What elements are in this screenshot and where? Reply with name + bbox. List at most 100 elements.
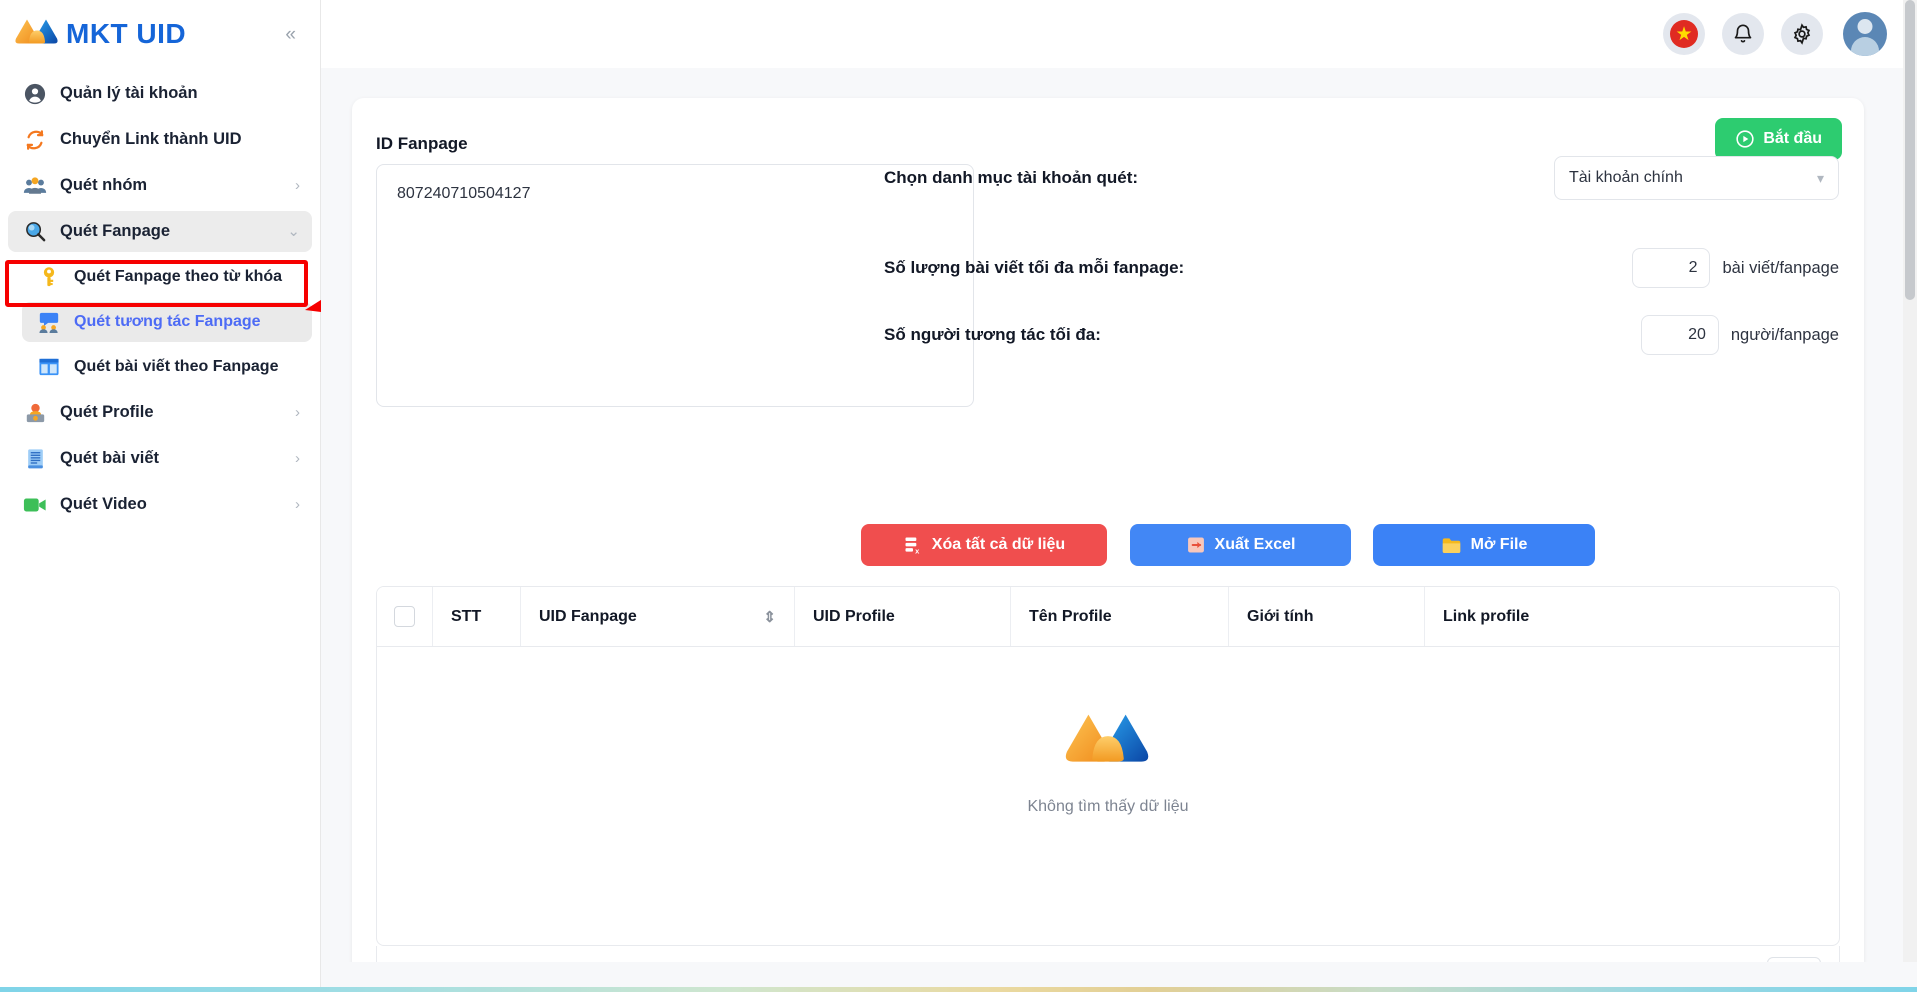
column-label: STT [451, 607, 482, 625]
page-title: ID Fanpage [376, 134, 468, 153]
column-label: Link profile [1443, 607, 1530, 625]
sidebar-item-label: Quét bài viết [60, 449, 160, 467]
document-icon [22, 448, 48, 470]
mkt-logo-icon [15, 19, 58, 44]
sidebar-item-label: Quét Fanpage [60, 222, 171, 240]
chevron-right-icon: › [295, 496, 300, 513]
field-row-max-posts: Số lượng bài viết tối đa mỗi fanpage: bà… [884, 246, 1839, 290]
sidebar-item-quet-video[interactable]: Quét Video › [8, 484, 312, 525]
magnifier-icon [22, 220, 48, 243]
top-header: ★ [321, 0, 1917, 68]
sidebar-item-quet-bai-viet[interactable]: Quét bài viết › [8, 438, 312, 479]
sidebar-item-quet-nhom[interactable]: Quét nhóm › [8, 165, 312, 206]
chevron-down-icon: ▾ [1816, 169, 1824, 186]
sort-icon[interactable]: ⇕ [763, 608, 776, 626]
play-circle-icon [1736, 130, 1754, 148]
results-table: STT UID Fanpage ⇕ UID Profile Tên Profil… [376, 586, 1840, 946]
select-all-checkbox[interactable] [394, 606, 415, 627]
chevron-right-icon: › [295, 404, 300, 421]
mkt-logo-icon [1065, 714, 1149, 762]
open-file-button[interactable]: Mở File [1373, 524, 1595, 566]
max-people-unit: người/fanpage [1730, 325, 1839, 344]
open-file-label: Mở File [1470, 536, 1528, 553]
select-all-cell[interactable] [377, 587, 433, 646]
sidebar-item-quet-tuong-tac-fanpage[interactable]: Quét tương tác Fanpage [22, 302, 312, 342]
sidebar-collapse-icon[interactable]: « [285, 25, 296, 44]
sidebar-item-quet-fanpage-theo-tu-khoa[interactable]: Quét Fanpage theo từ khóa [22, 257, 312, 297]
account-category-select[interactable]: Tài khoản chính ▾ [1554, 156, 1839, 200]
max-posts-input[interactable] [1632, 248, 1711, 288]
account-category-value: Tài khoản chính [1569, 169, 1683, 186]
bottom-strip [321, 962, 1917, 987]
delete-data-icon: x [905, 537, 920, 555]
column-label: Tên Profile [1029, 607, 1112, 625]
svg-text:x: x [915, 547, 920, 555]
export-excel-icon [1187, 537, 1204, 553]
brand-name: MKT UID [66, 18, 187, 49]
delete-all-data-button[interactable]: x Xóa tất cả dữ liệu [861, 524, 1107, 566]
sidebar-item-label: Chuyển Link thành UID [60, 130, 242, 148]
sidebar: MKT UID « Quản lý tài khoản Chuyển Link … [0, 0, 321, 962]
column-link-profile: Link profile [1425, 587, 1839, 646]
column-uid-fanpage[interactable]: UID Fanpage ⇕ [521, 587, 795, 646]
column-stt: STT [433, 587, 521, 646]
chevron-down-icon: ⌄ [287, 223, 300, 240]
gear-icon [1793, 23, 1811, 45]
notifications-button[interactable] [1722, 13, 1764, 55]
chevron-right-icon: › [295, 450, 300, 467]
key-icon [36, 266, 62, 288]
column-label: UID Profile [813, 607, 895, 625]
layout-icon [36, 357, 62, 377]
table-header-row: STT UID Fanpage ⇕ UID Profile Tên Profil… [377, 587, 1839, 647]
empty-state-text: Không tìm thấy dữ liệu [1027, 798, 1189, 815]
interaction-icon [36, 311, 62, 333]
table-footer: Không tìm thấy dữ liệu 10 [376, 946, 1840, 962]
field-row-max-people: Số người tương tác tối đa: người/fanpage [884, 313, 1839, 357]
sidebar-item-label: Quét bài viết theo Fanpage [74, 358, 279, 375]
bottom-gradient-bar [0, 987, 1917, 992]
sidebar-item-chuyen-link-thanh-uid[interactable]: Chuyển Link thành UID [8, 119, 312, 160]
column-gioi-tinh: Giới tính [1229, 587, 1425, 646]
settings-button[interactable] [1781, 13, 1823, 55]
column-label: UID Fanpage [539, 607, 637, 625]
group-icon [22, 175, 48, 197]
language-button[interactable]: ★ [1663, 13, 1705, 55]
folder-icon [1442, 537, 1460, 553]
brand-row: MKT UID « [0, 0, 320, 68]
sidebar-item-label: Quản lý tài khoản [60, 84, 198, 102]
page-scrollbar[interactable] [1903, 0, 1917, 962]
column-ten-profile: Tên Profile [1011, 587, 1229, 646]
category-label: Chọn danh mục tài khoản quét: [884, 168, 1139, 187]
page-body: ID Fanpage Bắt đầu 807240710504127 Chọn … [321, 68, 1917, 962]
max-people-input[interactable] [1640, 315, 1719, 355]
start-button-label: Bắt đầu [1763, 130, 1822, 147]
table-empty-state: Không tìm thấy dữ liệu [377, 647, 1839, 879]
max-posts-unit: bài viết/fanpage [1722, 258, 1839, 277]
start-button[interactable]: Bắt đầu [1715, 118, 1842, 160]
bell-icon [1734, 24, 1752, 43]
export-excel-button[interactable]: Xuất Excel [1130, 524, 1351, 566]
avatar-head [1857, 19, 1873, 34]
vietnam-flag-icon: ★ [1670, 20, 1698, 48]
content-card: ID Fanpage Bắt đầu 807240710504127 Chọn … [352, 98, 1864, 962]
sidebar-item-quet-fanpage[interactable]: Quét Fanpage ⌄ [8, 211, 312, 252]
max-posts-label: Số lượng bài viết tối đa mỗi fanpage: [884, 258, 1185, 277]
profile-icon [22, 402, 48, 424]
avatar-body [1851, 37, 1879, 56]
sidebar-item-label: Quét Video [60, 495, 147, 513]
max-people-label: Số người tương tác tối đa: [884, 325, 1101, 344]
sidebar-item-quet-profile[interactable]: Quét Profile › [8, 392, 312, 433]
sidebar-item-quan-ly-tai-khoan[interactable]: Quản lý tài khoản [8, 73, 312, 114]
bottom-strip-left [0, 962, 321, 987]
sidebar-item-label: Quét Fanpage theo từ khóa [74, 268, 283, 285]
scrollbar-thumb[interactable] [1905, 0, 1915, 300]
sidebar-item-quet-bai-viet-theo-fanpage[interactable]: Quét bài viết theo Fanpage [22, 347, 312, 387]
avatar[interactable] [1843, 12, 1887, 56]
delete-all-data-label: Xóa tất cả dữ liệu [931, 536, 1066, 553]
export-excel-label: Xuất Excel [1214, 536, 1296, 553]
chevron-right-icon: › [295, 177, 300, 194]
column-uid-profile: UID Profile [795, 587, 1011, 646]
sidebar-item-label: Quét Profile [60, 403, 154, 421]
sidebar-item-label: Quét tương tác Fanpage [74, 313, 261, 330]
refresh-icon [22, 129, 48, 151]
